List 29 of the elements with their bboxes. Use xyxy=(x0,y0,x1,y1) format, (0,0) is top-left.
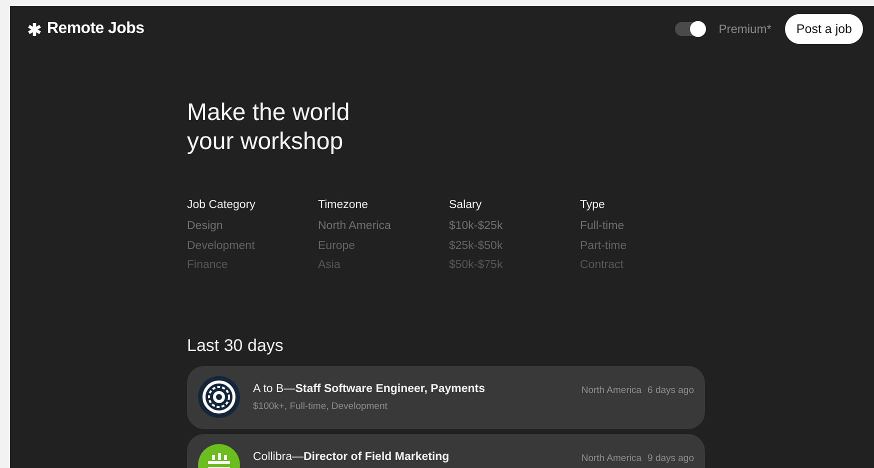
job-card[interactable]: A to B—Staff Software Engineer, Payments $100k+, Full-time, Development North America 6 days ago xyxy=(187,366,705,428)
job-card[interactable]: Collibra—Director of Field Marketing North America 9 days ago xyxy=(187,434,705,468)
job-details: $100k+, Full-time, Development xyxy=(253,400,388,412)
hero-title: Make the world your workshop xyxy=(187,98,351,156)
filter-heading: Salary xyxy=(449,199,483,211)
filter-option[interactable]: Europe xyxy=(318,236,449,256)
filter-heading: Timezone xyxy=(318,199,370,211)
section-title: Last 30 days xyxy=(187,336,284,356)
filter-heading: Job Category xyxy=(187,199,256,211)
app-logo-text: Remote Jobs xyxy=(47,20,144,38)
filter-option[interactable]: Development xyxy=(187,236,318,256)
premium-toggle[interactable] xyxy=(674,22,705,36)
filter-option[interactable]: Design xyxy=(187,217,318,236)
premium-label: Premium* xyxy=(718,22,772,36)
asterisk-icon xyxy=(28,22,41,36)
filter-option[interactable]: $10k-$25k xyxy=(449,217,580,236)
job-title: Collibra—Director of Field Marketing xyxy=(253,450,450,462)
ring-logo-icon xyxy=(198,376,240,418)
job-region: North America xyxy=(581,384,642,396)
filter-option[interactable]: North America xyxy=(318,217,449,236)
job-age: 9 days ago xyxy=(648,452,694,464)
job-title: A to B—Staff Software Engineer, Payments xyxy=(253,382,486,394)
filter-heading: Type xyxy=(580,199,606,211)
filter-option[interactable]: Full-time xyxy=(580,217,711,236)
filter-option[interactable]: $25k-$50k xyxy=(449,236,580,256)
post-job-button[interactable]: Post a job xyxy=(785,14,863,44)
job-age: 6 days ago xyxy=(648,384,694,396)
filter-option[interactable]: Part-time xyxy=(580,236,711,256)
job-region: North America xyxy=(581,452,642,464)
